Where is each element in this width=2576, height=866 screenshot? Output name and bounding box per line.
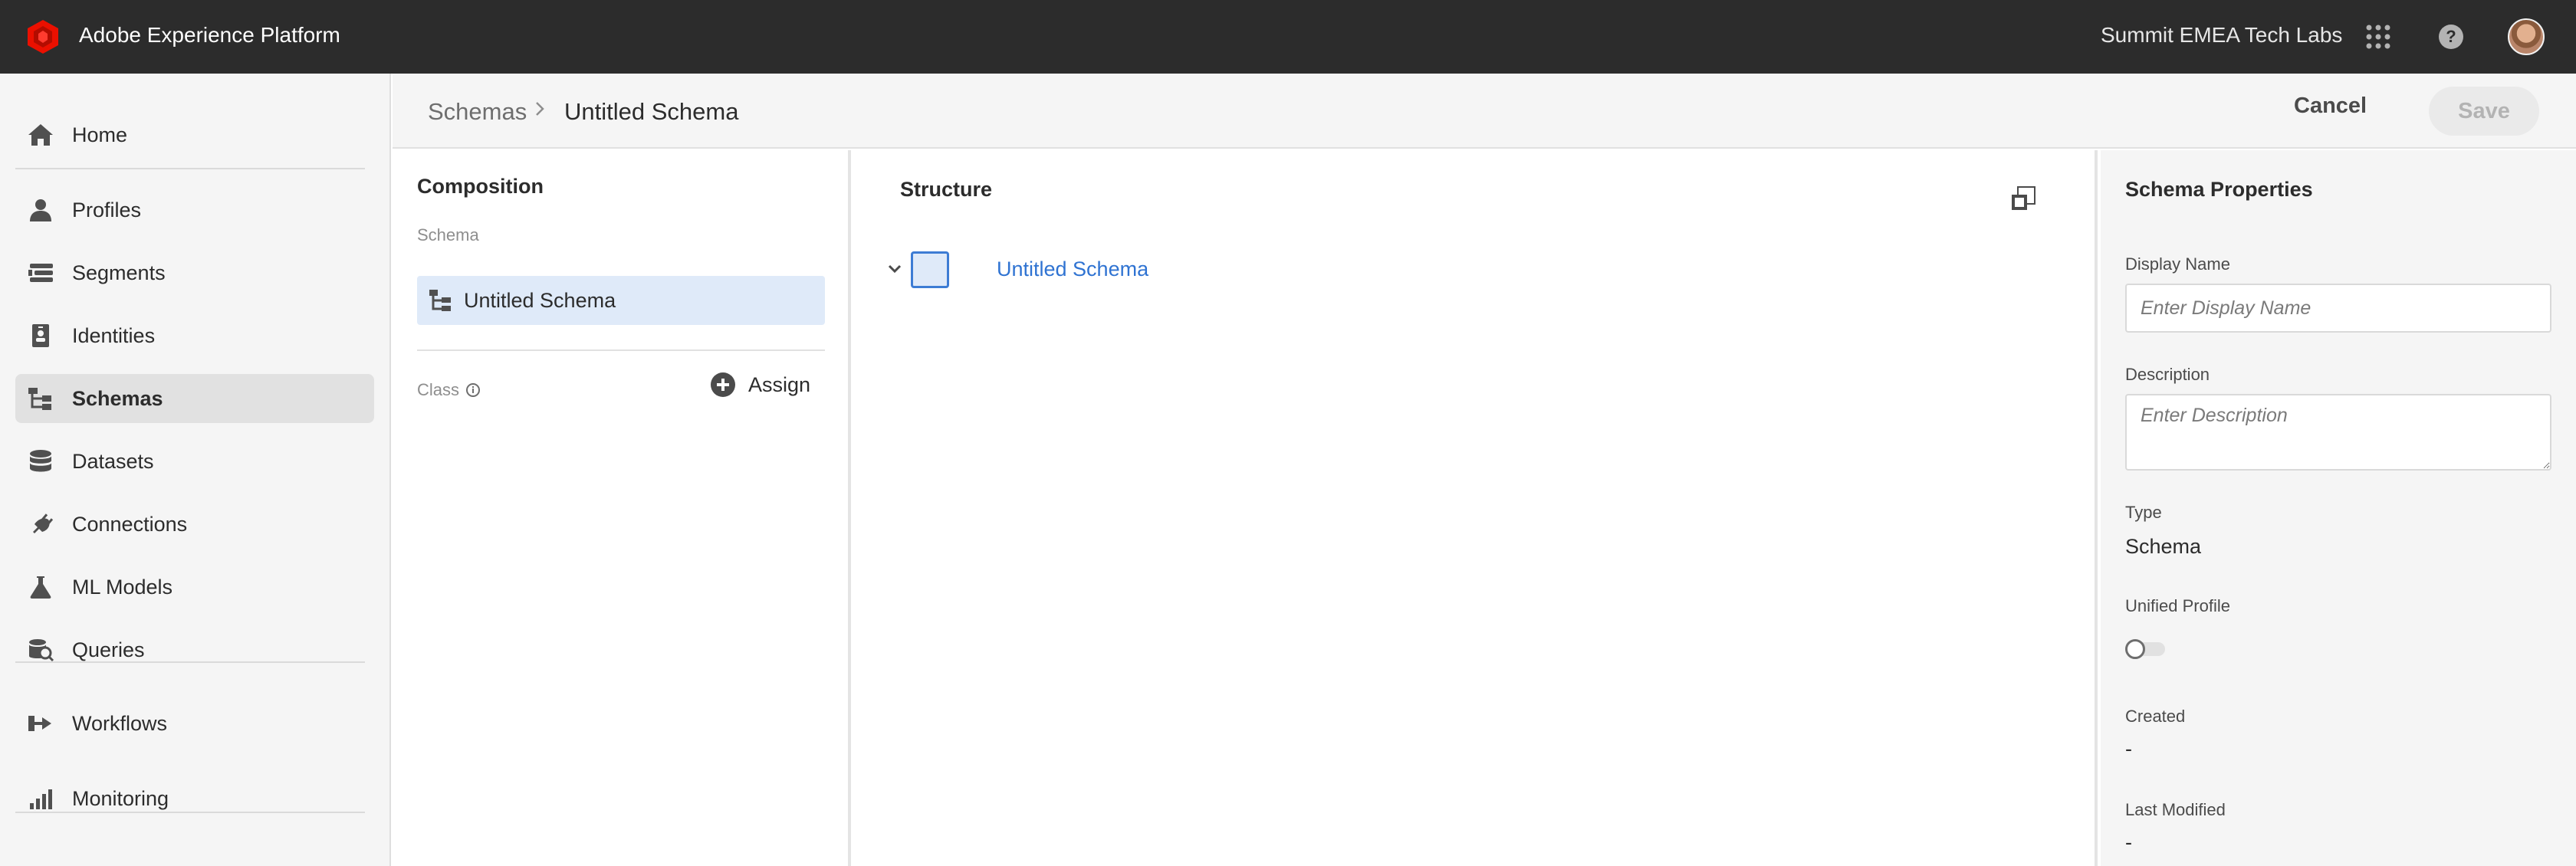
nav-item-label: Schemas [72,386,163,410]
segments-icon [28,264,53,282]
identity-card-icon [32,324,49,347]
assign-label: Assign [748,372,811,396]
chevron-right-icon [536,102,544,116]
nav-item-label: Monitoring [72,786,169,810]
schema-root-node[interactable] [911,251,949,288]
plug-icon [33,513,54,533]
nav-item-label: ML Models [72,575,173,599]
nav-item-identities[interactable]: Identities [15,311,374,360]
type-label: Type [2125,503,2162,522]
nav-item-label: Datasets [72,449,154,473]
user-avatar[interactable] [2508,18,2545,55]
nav-item-monitoring[interactable]: Monitoring [15,774,374,823]
apps-grid-icon[interactable] [2365,24,2391,50]
nav-item-label: Connections [72,512,188,536]
nav-item-datasets[interactable]: Datasets [15,437,374,486]
nav-divider [15,812,365,813]
add-circle-icon [711,372,735,397]
display-name-label: Display Name [2125,254,2230,274]
nav-divider [15,661,365,663]
page-header: Schemas Untitled Schema Cancel Save [393,74,2576,149]
nav-item-label: Profiles [72,198,142,221]
created-value: - [2125,737,2132,760]
home-icon [28,124,53,146]
app-title[interactable]: Adobe Experience Platform [79,23,340,48]
properties-title: Schema Properties [2125,178,2313,201]
expand-panel-icon[interactable] [2010,185,2036,212]
chevron-down-icon[interactable] [886,261,903,277]
nav-item-workflows[interactable]: Workflows [15,699,374,748]
nav-divider [15,168,365,169]
unified-profile-toggle[interactable] [2125,638,2165,659]
class-label-text: Class [417,380,460,399]
display-name-input[interactable] [2125,284,2551,333]
nav-item-label: Workflows [72,711,168,735]
schema-tree-icon [28,388,51,410]
breadcrumb-current: Untitled Schema [564,98,739,125]
schema-root-label[interactable]: Untitled Schema [997,258,1148,281]
workflow-icon [28,716,51,731]
nav-item-label: Home [72,123,128,146]
nav-item-ml-models[interactable]: ML Models [15,563,374,612]
composition-divider [417,349,825,351]
composition-schema-item[interactable]: Untitled Schema [417,276,825,325]
type-value: Schema [2125,535,2202,558]
structure-panel: Structure Untitled Schema [854,150,2098,866]
schema-properties-panel: Schema Properties Display Name Descripti… [2101,150,2576,866]
nav-item-label: Queries [72,638,145,661]
description-label: Description [2125,365,2210,384]
save-button[interactable]: Save [2429,87,2539,136]
unified-profile-label: Unified Profile [2125,596,2230,615]
last-modified-value: - [2125,831,2132,854]
info-icon[interactable] [465,382,481,398]
nav-item-connections[interactable]: Connections [15,500,374,549]
org-switcher[interactable]: Summit EMEA Tech Labs [2101,23,2342,48]
schema-tree-icon [429,290,451,311]
structure-title: Structure [900,178,993,201]
query-icon [29,639,54,662]
description-input[interactable] [2125,394,2551,471]
bar-chart-icon [30,789,52,809]
nav-item-segments[interactable]: Segments [15,248,374,297]
person-icon [30,199,51,221]
last-modified-label: Last Modified [2125,800,2226,819]
created-label: Created [2125,707,2186,726]
nav-item-label: Identities [72,323,156,347]
nav-item-profiles[interactable]: Profiles [15,185,374,235]
class-label: Class [417,380,481,400]
help-icon[interactable]: ? [2438,24,2464,50]
nav-item-label: Segments [72,261,166,284]
top-bar: Adobe Experience Platform Summit EMEA Te… [0,0,2576,74]
nav-item-schemas[interactable]: Schemas [15,374,374,423]
breadcrumb-schemas[interactable]: Schemas [428,98,527,126]
flask-icon [30,576,51,599]
assign-class-button[interactable]: Assign [710,369,810,400]
composition-title: Composition [417,175,544,198]
left-nav: Home Profiles Segments Identities Schema… [0,74,391,866]
composition-panel: Composition Schema Untitled Schema Class… [393,150,851,866]
svg-text:?: ? [2446,27,2456,46]
database-icon [30,450,51,472]
adobe-logo-icon[interactable] [25,18,61,55]
nav-item-home[interactable]: Home [15,110,374,159]
toggle-knob [2125,639,2145,659]
cancel-button[interactable]: Cancel [2294,93,2367,119]
schema-section-label: Schema [417,225,479,244]
nav-item-queries[interactable]: Queries [15,625,374,674]
schema-item-label: Untitled Schema [464,289,616,312]
